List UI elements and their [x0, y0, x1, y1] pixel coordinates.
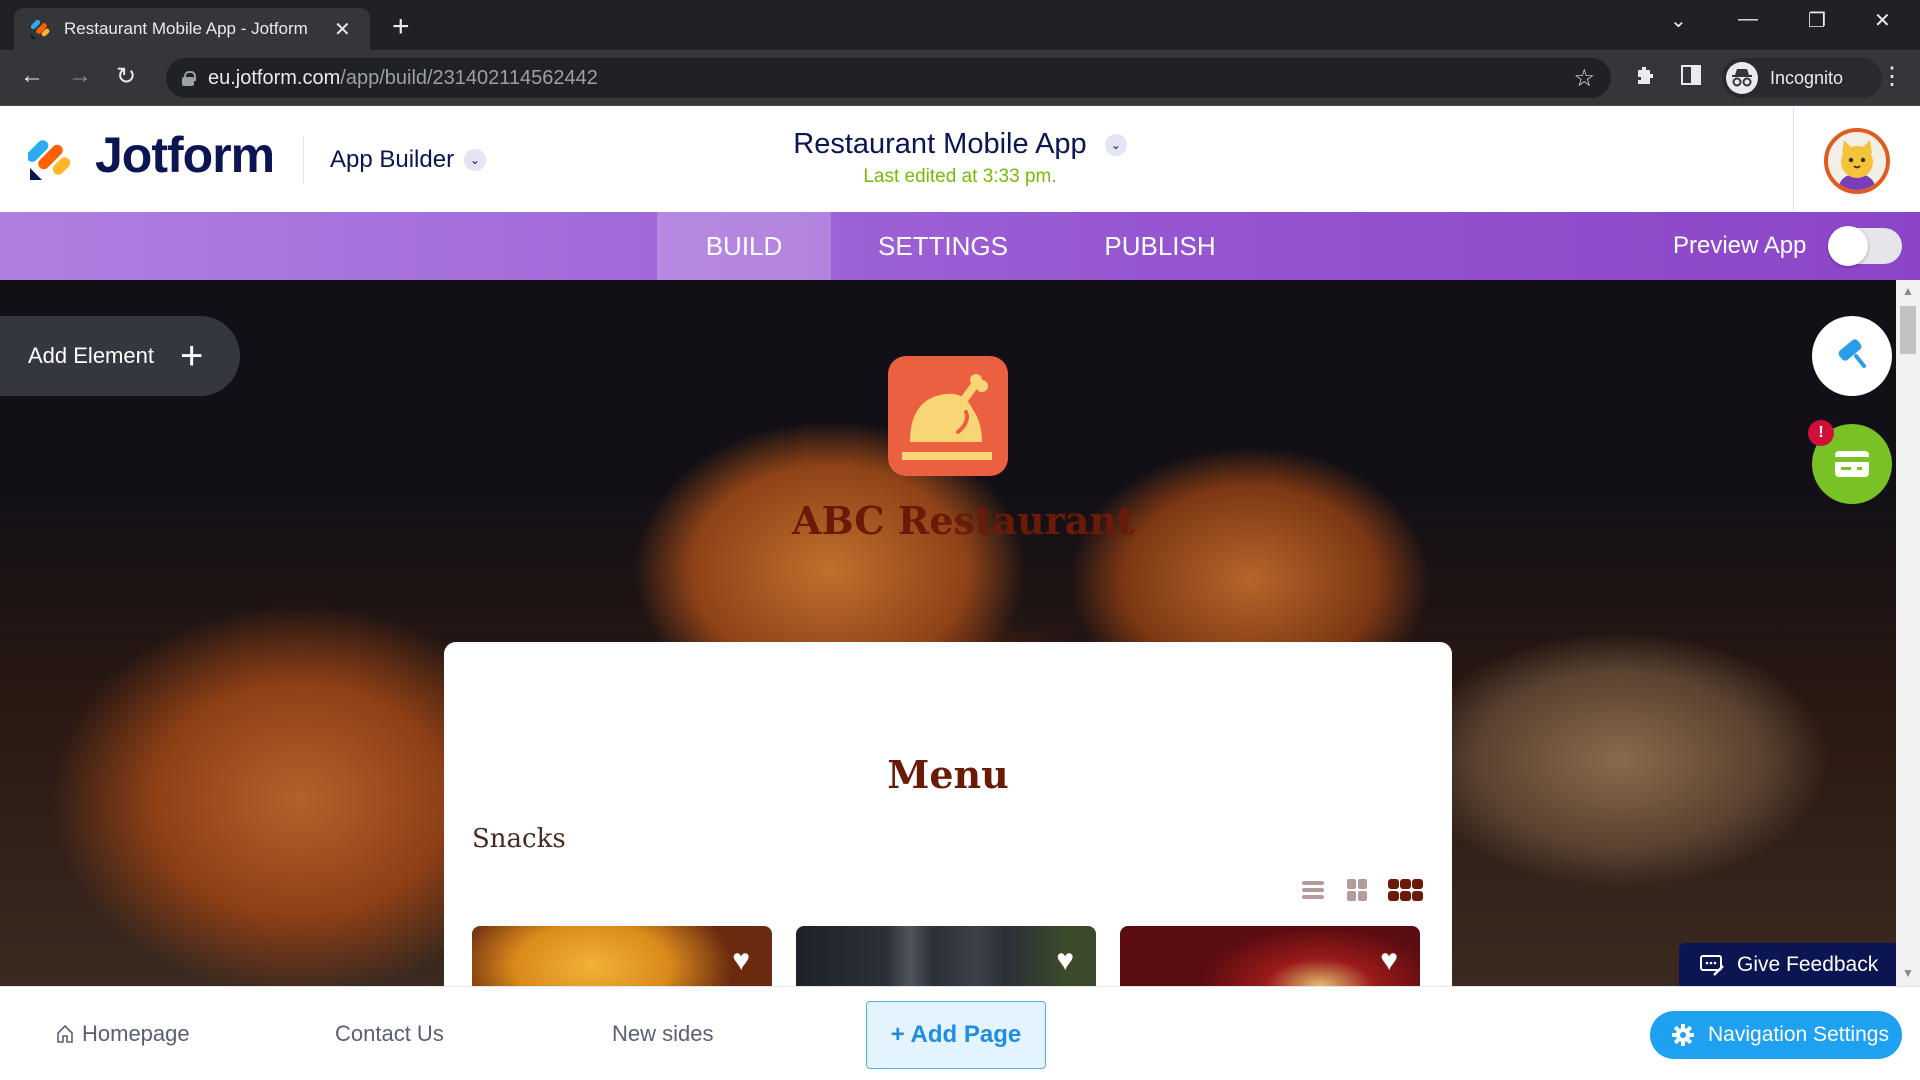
feedback-icon [1699, 953, 1725, 977]
lock-icon [182, 71, 196, 86]
extensions-icon[interactable] [1632, 64, 1656, 95]
preview-app-toggle[interactable] [1828, 226, 1902, 266]
last-edited-status: Last edited at 3:33 pm. [863, 166, 1057, 187]
browser-tab[interactable]: Restaurant Mobile App - Jotform ✕ [14, 8, 370, 50]
tab-build[interactable]: BUILD [657, 212, 831, 280]
app-title-text[interactable]: Restaurant Mobile App [793, 128, 1086, 160]
side-panel-icon[interactable] [1680, 64, 1702, 93]
tab-build-label: BUILD [705, 230, 783, 261]
close-window-icon[interactable]: ✕ [1874, 8, 1891, 33]
grid-2-view-icon[interactable] [1344, 878, 1370, 902]
favorite-heart-icon[interactable]: ♥ [732, 944, 750, 978]
app-header: Jotform App Builder ⌄ Restaurant Mobile … [0, 106, 1920, 212]
tab-settings[interactable]: SETTINGS [831, 212, 1055, 280]
notification-badge: ! [1808, 420, 1834, 446]
page-homepage-label: Homepage [82, 1021, 190, 1046]
plus-icon: + [179, 334, 204, 378]
tab-settings-label: SETTINGS [877, 230, 1008, 261]
new-tab-icon[interactable]: + [392, 10, 410, 44]
app-title: Restaurant Mobile App ⌄ [0, 128, 1920, 161]
give-feedback-button[interactable]: Give Feedback [1679, 943, 1896, 986]
add-page-label: + Add Page [890, 1021, 1022, 1048]
restaurant-name[interactable]: ABC Restaurant [792, 498, 1135, 543]
forward-icon[interactable]: → [68, 62, 92, 90]
preview-app-label: Preview App [1673, 232, 1807, 259]
navigation-settings-button[interactable]: Navigation Settings [1650, 1011, 1902, 1059]
tab-publish[interactable]: PUBLISH [1055, 212, 1265, 280]
product-card[interactable]: ♥ [472, 926, 772, 986]
tab-search-chevron-icon[interactable]: ⌄ [1670, 8, 1687, 33]
paint-roller-icon [1838, 339, 1866, 368]
list-view-icon[interactable] [1300, 878, 1326, 902]
toggle-knob [1828, 226, 1868, 266]
back-icon[interactable]: ← [20, 62, 44, 90]
menu-widget[interactable]: Menu Snacks ♥ ♥ ♥ [444, 642, 1452, 986]
view-mode-toggles [1300, 878, 1424, 902]
incognito-icon [1726, 62, 1758, 94]
address-bar[interactable]: eu.jotform.com/app/build/231402114562442… [166, 58, 1611, 98]
page-contact-us-label: Contact Us [335, 1021, 444, 1046]
browser-titlebar: Restaurant Mobile App - Jotform ✕ + ⌄ — … [0, 0, 1920, 50]
canvas-scrollbar[interactable]: ▲ ▼ [1896, 280, 1920, 986]
app-canvas: Add Element + ABC Restaurant Menu Snacks [0, 280, 1896, 986]
restaurant-app-icon[interactable] [888, 356, 1008, 476]
product-card[interactable]: ♥ [1120, 926, 1420, 986]
scroll-thumb[interactable] [1900, 306, 1916, 354]
grid-3-view-icon[interactable] [1388, 878, 1424, 902]
jotform-favicon-icon [30, 18, 52, 40]
page-contact-us[interactable]: Contact Us [335, 1021, 444, 1047]
scroll-up-icon[interactable]: ▲ [1902, 284, 1914, 298]
url-path: /app/build/231402114562442 [340, 66, 598, 89]
gear-icon [1672, 1024, 1694, 1046]
header-right-divider [1793, 106, 1794, 212]
favorite-heart-icon[interactable]: ♥ [1056, 944, 1074, 978]
tab-title: Restaurant Mobile App - Jotform [64, 19, 308, 38]
favorite-heart-icon[interactable]: ♥ [1380, 944, 1398, 978]
builder-navbar: BUILD SETTINGS PUBLISH Preview App [0, 212, 1920, 280]
theme-designer-button[interactable] [1812, 316, 1892, 396]
add-page-button[interactable]: + Add Page [866, 1001, 1046, 1069]
user-avatar[interactable] [1824, 128, 1890, 194]
page-homepage[interactable]: Homepage [56, 1021, 190, 1047]
tab-publish-label: PUBLISH [1104, 230, 1216, 261]
incognito-profile-button[interactable]: Incognito [1722, 58, 1882, 98]
credit-card-icon [1835, 451, 1869, 477]
product-card[interactable]: ♥ [796, 926, 1096, 986]
url-host: eu.jotform.com [208, 66, 341, 89]
reload-icon[interactable]: ↻ [116, 62, 136, 91]
product-grid: ♥ ♥ ♥ [472, 926, 1420, 986]
section-title: Snacks [472, 824, 566, 854]
payment-widget-button[interactable]: ! [1808, 420, 1892, 504]
minimize-icon[interactable]: — [1738, 8, 1758, 31]
home-icon [56, 1024, 74, 1044]
add-element-button[interactable]: Add Element + [0, 316, 240, 396]
bookmark-star-icon[interactable]: ☆ [1573, 64, 1595, 93]
page-new-sides[interactable]: New sides [612, 1021, 713, 1047]
incognito-label: Incognito [1770, 67, 1844, 88]
pages-bar: Homepage Contact Us New sides + Add Page… [0, 986, 1920, 1080]
scroll-down-icon[interactable]: ▼ [1902, 966, 1914, 980]
browser-toolbar: ← → ↻ eu.jotform.com/app/build/231402114… [0, 50, 1920, 106]
give-feedback-label: Give Feedback [1737, 953, 1879, 976]
navigation-settings-label: Navigation Settings [1708, 1023, 1889, 1046]
add-element-label: Add Element [28, 343, 154, 368]
tab-close-icon[interactable]: ✕ [334, 17, 351, 42]
restore-icon[interactable]: ❐ [1808, 8, 1826, 33]
browser-menu-icon[interactable]: ⋮ [1880, 62, 1904, 91]
menu-title: Menu [887, 752, 1009, 797]
app-title-chevron-icon[interactable]: ⌄ [1104, 134, 1127, 157]
page-new-sides-label: New sides [612, 1021, 714, 1046]
